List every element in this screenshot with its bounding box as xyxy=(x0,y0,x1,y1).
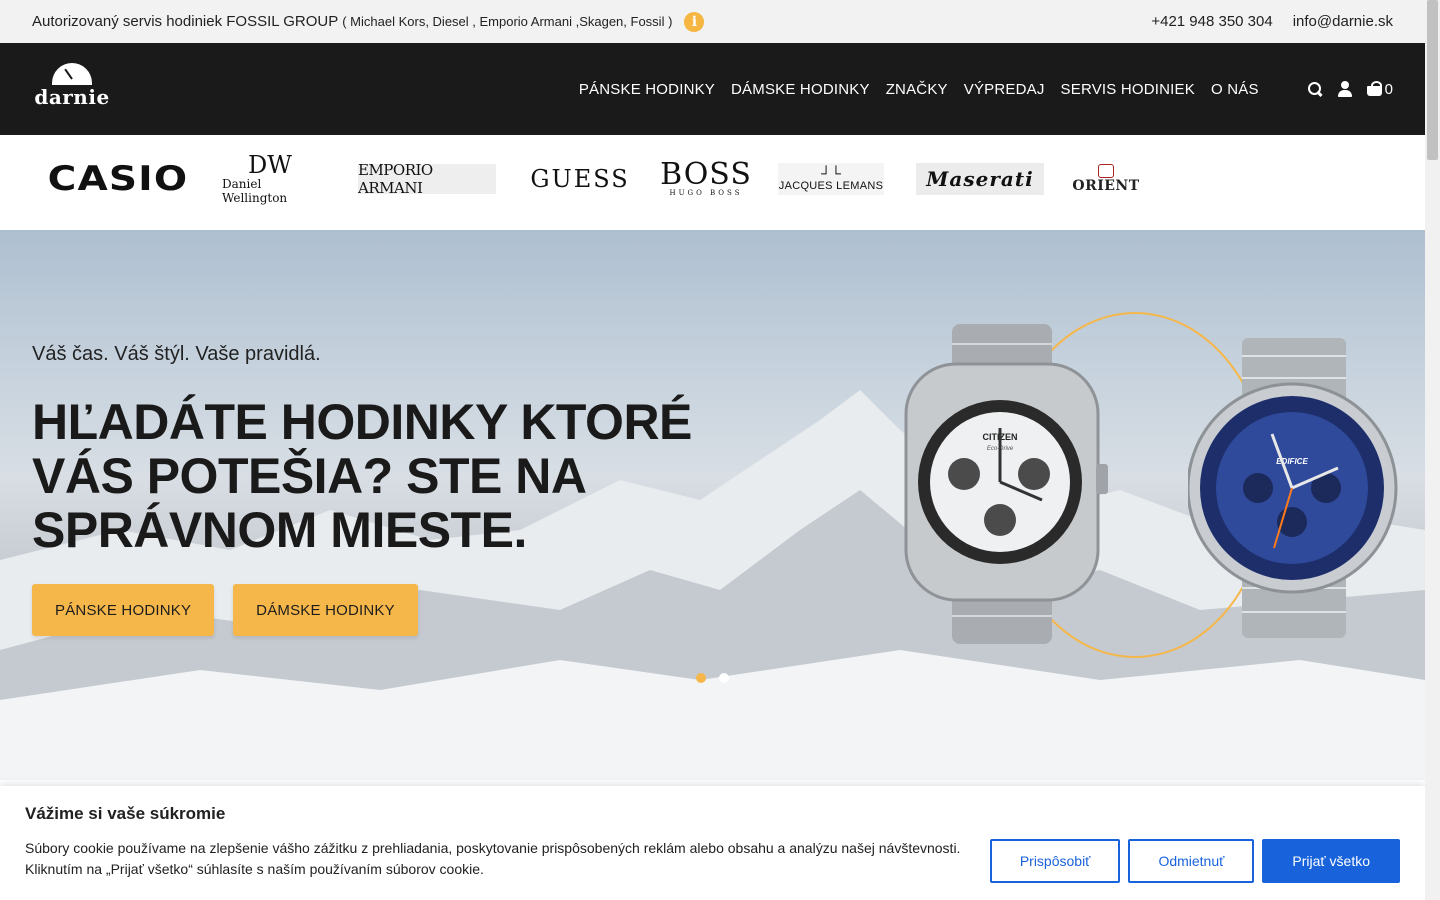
hero-slider: Váš čas. Váš štýl. Vaše pravidlá. HĽADÁT… xyxy=(0,230,1425,780)
slider-dots xyxy=(696,673,729,683)
phone-link[interactable]: +421 948 350 304 xyxy=(1151,13,1272,30)
nav-watch-service[interactable]: SERVIS HODINIEK xyxy=(1061,81,1195,98)
search-icon[interactable] xyxy=(1307,81,1323,97)
dw-mark: DW xyxy=(248,151,292,179)
slider-dot-1[interactable] xyxy=(696,673,706,683)
user-icon[interactable] xyxy=(1337,81,1353,97)
scrollbar-thumb[interactable] xyxy=(1427,0,1438,160)
slider-dot-2[interactable] xyxy=(719,673,729,683)
email-link[interactable]: info@darnie.sk xyxy=(1293,13,1393,30)
top-info-bar: Autorizovaný servis hodiniek FOSSIL GROU… xyxy=(0,0,1425,43)
cart-icon[interactable] xyxy=(1366,81,1383,97)
cookie-buttons: Prispôsobiť Odmietnuť Prijať všetko xyxy=(989,839,1400,883)
nav-sale[interactable]: VÝPREDAJ xyxy=(964,81,1045,98)
site-logo[interactable]: darnie xyxy=(32,61,112,117)
cookie-reject-button[interactable]: Odmietnuť xyxy=(1128,839,1255,883)
service-info: Autorizovaný servis hodiniek FOSSIL GROU… xyxy=(32,11,705,32)
contact-info: +421 948 350 304 info@darnie.sk xyxy=(1151,13,1393,30)
brand-casio[interactable]: CASIO xyxy=(34,159,202,199)
hero-womens-button[interactable]: DÁMSKE HODINKY xyxy=(233,584,418,636)
cookie-accept-button[interactable]: Prijať všetko xyxy=(1262,839,1400,883)
hero-headline: HĽADÁTE HODINKY KTORÉ VÁS POTEŠIA? STE N… xyxy=(32,394,692,558)
orient-name: ORIENT xyxy=(1072,178,1140,194)
logo-dome-icon xyxy=(52,63,92,85)
boss-sub: HUGO BOSS xyxy=(669,189,743,197)
watch-edifice-image: EDIFICE xyxy=(1188,338,1398,638)
brand-guess[interactable]: GUESS xyxy=(530,159,628,199)
watch-citizen-image: CITIZEN Eco-Drive xyxy=(904,324,1108,644)
jl-name: JACQUES LEMANS xyxy=(778,180,884,192)
brand-emporio-armani[interactable]: EMPORIO ARMANI xyxy=(358,161,496,197)
brand-daniel-wellington[interactable]: DW Daniel Wellington xyxy=(222,153,318,205)
cookie-title: Vážime si vaše súkromie xyxy=(25,804,226,823)
page-scrollbar[interactable] xyxy=(1425,0,1440,900)
dw-name: Daniel Wellington xyxy=(222,177,288,205)
hero-mens-button[interactable]: PÁNSKE HODINKY xyxy=(32,584,215,636)
cookie-customize-button[interactable]: Prispôsobiť xyxy=(989,839,1121,883)
brand-jacques-lemans[interactable]: ┘└ JACQUES LEMANS xyxy=(778,163,884,195)
cart-count[interactable]: 0 xyxy=(1385,81,1393,98)
info-icon[interactable]: i xyxy=(684,11,705,32)
boss-mark: BOSS xyxy=(660,157,752,192)
service-info-text: Autorizovaný servis hodiniek FOSSIL GROU… xyxy=(32,13,339,30)
hero-buttons: PÁNSKE HODINKY DÁMSKE HODINKY xyxy=(32,584,418,636)
brand-maserati[interactable]: Maserati xyxy=(916,163,1044,195)
nav-mens-watches[interactable]: PÁNSKE HODINKY xyxy=(579,81,715,98)
logo-text: darnie xyxy=(34,85,110,109)
cookie-banner: Vážime si vaše súkromie Súbory cookie po… xyxy=(0,786,1425,900)
nav-womens-watches[interactable]: DÁMSKE HODINKY xyxy=(731,81,870,98)
brand-logo-strip: CASIO DW Daniel Wellington EMPORIO ARMAN… xyxy=(0,135,1425,223)
hero-tagline: Váš čas. Váš štýl. Vaše pravidlá. xyxy=(32,343,321,365)
brand-orient[interactable]: ORIENT xyxy=(1072,159,1140,199)
nav-brands[interactable]: ZNAČKY xyxy=(886,81,948,98)
cookie-text: Súbory cookie používame na zlepšenie váš… xyxy=(25,840,961,877)
nav-about-us[interactable]: O NÁS xyxy=(1211,81,1259,98)
main-header: darnie PÁNSKE HODINKY DÁMSKE HODINKY ZNA… xyxy=(0,43,1425,135)
main-nav: PÁNSKE HODINKY DÁMSKE HODINKY ZNAČKY VÝP… xyxy=(579,81,1259,98)
service-info-brands: ( Michael Kors, Diesel , Emporio Armani … xyxy=(342,14,673,29)
brand-boss[interactable]: BOSS HUGO BOSS xyxy=(660,159,751,199)
orient-crest-icon xyxy=(1098,164,1114,178)
jl-mark-icon: ┘└ xyxy=(821,165,841,181)
header-actions: 0 xyxy=(1307,81,1393,98)
